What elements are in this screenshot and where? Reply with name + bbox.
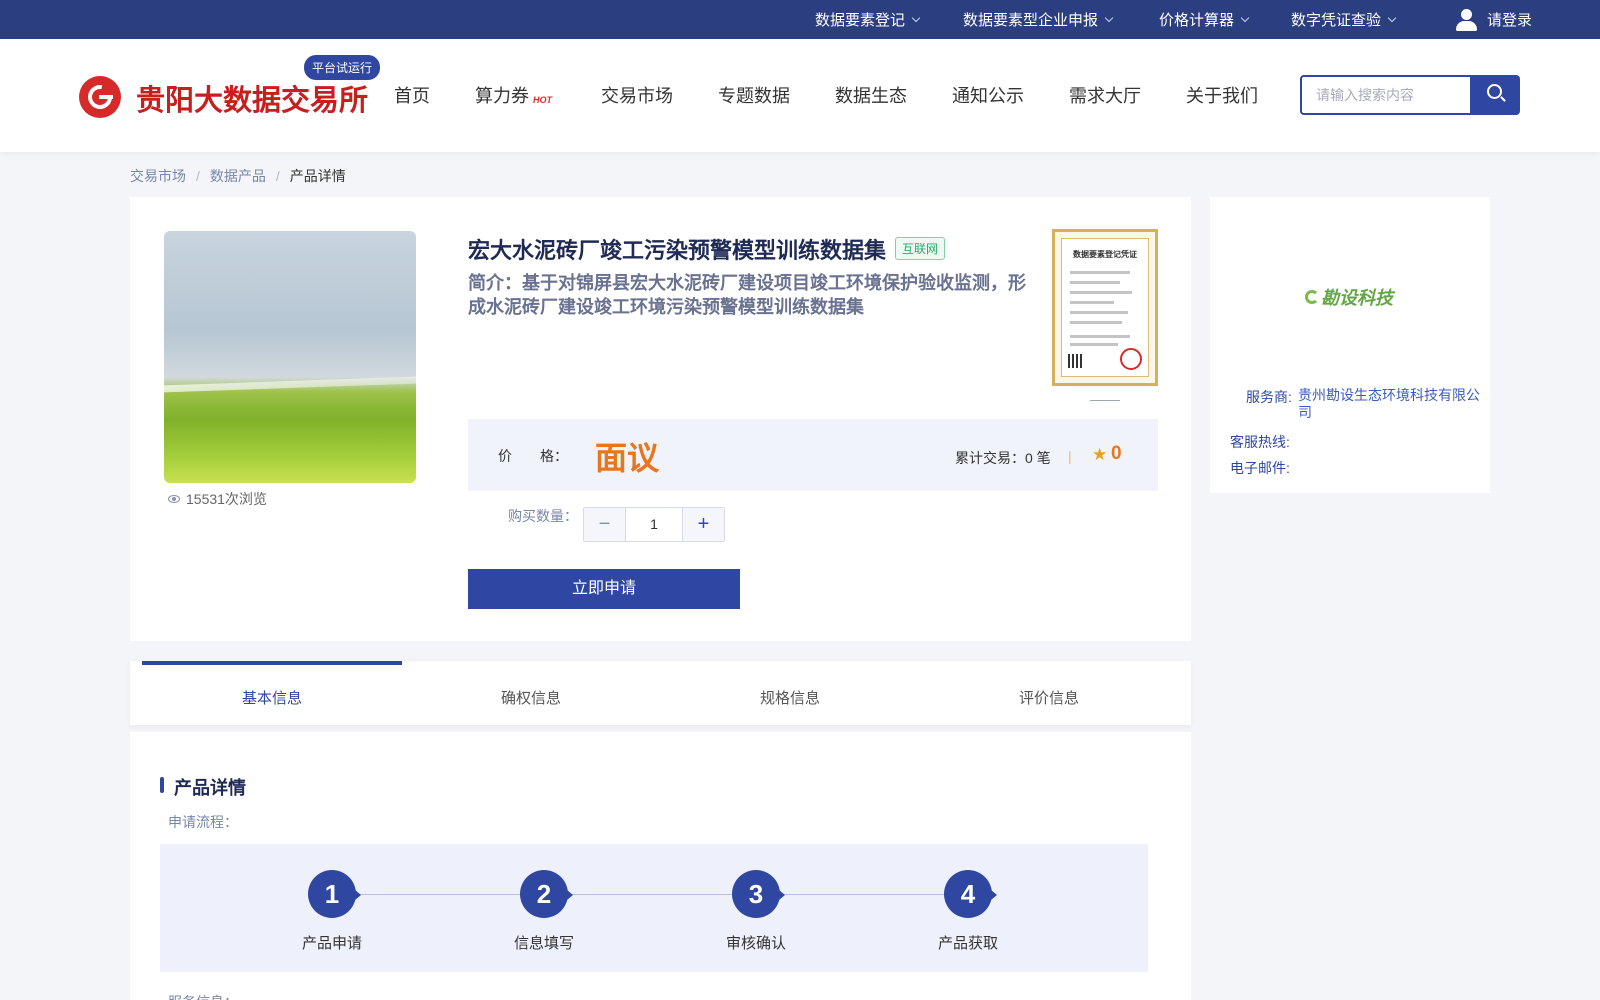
product-card: 15531次浏览 宏大水泥砖厂竣工污染预警模型训练数据集 互联网 简介：基于对锦…: [130, 197, 1191, 641]
login-link[interactable]: 请登录: [1455, 0, 1532, 39]
topnav-price-calculator[interactable]: 价格计算器: [1159, 0, 1250, 39]
top-bar: 数据要素登记 数据要素型企业申报 价格计算器 数字凭证查验 请登录: [0, 0, 1600, 39]
nav-trade-market[interactable]: 交易市场: [601, 82, 673, 108]
price-value: 面议: [595, 440, 660, 476]
chevron-down-icon: [1104, 13, 1114, 22]
step-3-label: 审核确认: [725, 935, 786, 952]
quantity-stepper: − 1 +: [583, 507, 725, 542]
detail-tabs: 基本信息 确权信息 规格信息 评价信息: [130, 661, 1191, 725]
product-image: [164, 231, 416, 483]
price-label: 价 格：: [498, 448, 568, 464]
tab-rights-info[interactable]: 确权信息: [501, 687, 561, 708]
nav-home[interactable]: 首页: [394, 82, 430, 108]
price-row: 价 格： 面议 累计交易：0 笔 | ★ 0: [468, 419, 1158, 491]
application-flow: 1 2 3 4 产品申请 信息填写 审核确认 产品获取: [160, 844, 1148, 972]
active-tab-indicator: [142, 661, 402, 665]
topnav-certificate-check[interactable]: 数字凭证查验: [1291, 0, 1397, 39]
certificate-title: 数据要素登记凭证: [1073, 250, 1137, 259]
hotline-label: 客服热线:: [1230, 434, 1290, 450]
chevron-down-icon: [1240, 13, 1250, 22]
step-4-badge: 4: [944, 870, 997, 918]
divider: |: [1068, 448, 1072, 464]
registration-certificate-image[interactable]: 数据要素登记凭证: [1052, 229, 1158, 386]
search-input[interactable]: 请输入搜索内容: [1300, 75, 1470, 115]
trial-badge: 平台试运行: [304, 55, 381, 80]
vendor-card: 勘设科技 服务商: 贵州勘设生态环境科技有限公司 客服热线: 电子邮件:: [1210, 197, 1490, 493]
category-tag: 互联网: [895, 237, 946, 260]
breadcrumb-trade-market[interactable]: 交易市场: [130, 168, 186, 184]
nav-topic-data[interactable]: 专题数据: [718, 82, 790, 108]
chevron-down-icon: [911, 13, 921, 22]
rating-value: 0: [1111, 443, 1122, 464]
step-2-badge: 2: [520, 870, 573, 918]
breadcrumb: 交易市场 / 数据产品 / 产品详情: [130, 168, 346, 184]
nav-notices[interactable]: 通知公示: [952, 82, 1024, 108]
tab-spec-info[interactable]: 规格信息: [760, 687, 820, 708]
product-details-section: 产品详情 申请流程： 1 2 3 4 产品申请 信息填写 审核确认 产品获取 服…: [130, 732, 1191, 1000]
vendor-logo[interactable]: 勘设科技: [1242, 227, 1456, 367]
trade-count: 累计交易：0 笔: [955, 450, 1051, 466]
vendor-logo-icon: [1305, 290, 1319, 304]
user-icon: [1455, 7, 1477, 33]
star-icon: ★: [1092, 445, 1108, 464]
decrement-button[interactable]: −: [584, 508, 625, 541]
service-info-label: 服务信息：: [168, 992, 238, 1000]
email-row: 电子邮件:: [1230, 458, 1290, 478]
nav-about-us[interactable]: 关于我们: [1186, 82, 1258, 108]
topnav-enterprise-declaration[interactable]: 数据要素型企业申报: [963, 0, 1114, 39]
provider-label: 服务商:: [1246, 389, 1292, 405]
header: 贵阳大数据交易所 平台试运行 首页 算力券 HOT 交易市场 专题数据 数据生态…: [0, 39, 1600, 152]
email-label: 电子邮件:: [1230, 460, 1290, 476]
step-1-label: 产品申请: [301, 935, 362, 952]
topnav-data-registration[interactable]: 数据要素登记: [815, 0, 921, 39]
hot-icon: HOT: [533, 95, 552, 105]
provider-row: 服务商:: [1246, 387, 1292, 407]
tab-review-info[interactable]: 评价信息: [1019, 687, 1079, 708]
quantity-label: 购买数量：: [508, 508, 578, 524]
section-marker: [160, 777, 164, 793]
step-1-badge: 1: [308, 870, 361, 918]
breadcrumb-data-products[interactable]: 数据产品: [210, 168, 266, 184]
provider-name[interactable]: 贵州勘设生态环境科技有限公司: [1298, 387, 1480, 420]
nav-demand-hall[interactable]: 需求大厅: [1069, 82, 1141, 108]
nav-compute-voucher[interactable]: 算力券: [475, 82, 529, 108]
apply-now-button[interactable]: 立即申请: [468, 569, 740, 609]
seal-icon: [1120, 348, 1142, 370]
logo-text[interactable]: 贵阳大数据交易所: [136, 77, 368, 119]
increment-button[interactable]: +: [683, 508, 724, 541]
provider-name-row: 贵州勘设生态环境科技有限公司: [1298, 387, 1483, 421]
quantity-input[interactable]: 1: [625, 508, 683, 541]
section-title: 产品详情: [174, 778, 246, 798]
product-description: 简介：基于对锦屏县宏大水泥砖厂建设项目竣工环境保护验收监测，形成水泥砖厂建设竣工…: [468, 273, 1026, 317]
step-2-label: 信息填写: [513, 935, 574, 952]
certificate-indicator: [1090, 400, 1120, 401]
qr-code-icon: [1068, 354, 1082, 368]
hotline-row: 客服热线:: [1230, 432, 1290, 452]
step-4-label: 产品获取: [937, 935, 998, 952]
flow-label: 申请流程：: [168, 814, 238, 830]
step-3-badge: 3: [732, 870, 785, 918]
search-button[interactable]: [1470, 75, 1520, 115]
chevron-down-icon: [1387, 13, 1397, 22]
eye-icon: [168, 495, 180, 503]
tab-basic-info[interactable]: 基本信息: [242, 687, 302, 708]
product-title: 宏大水泥砖厂竣工污染预警模型训练数据集: [468, 238, 887, 263]
view-count: 15531次浏览: [168, 489, 267, 509]
logo-icon[interactable]: [79, 76, 121, 118]
breadcrumb-current: 产品详情: [289, 168, 346, 184]
flow-connector: [354, 894, 974, 895]
nav-data-ecosystem[interactable]: 数据生态: [835, 82, 907, 108]
